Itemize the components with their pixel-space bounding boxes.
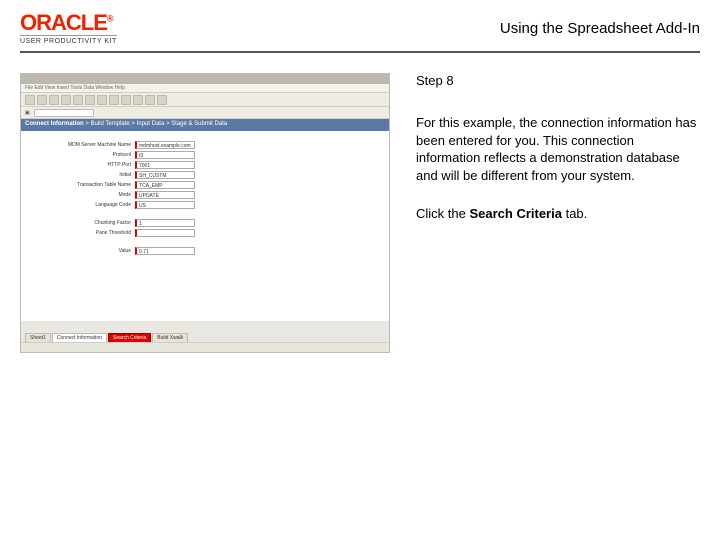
toolbar-icon — [25, 95, 35, 105]
thumb-window-titlebar — [21, 74, 389, 84]
thumb-form-row — [31, 211, 379, 217]
thumb-toolbar — [21, 93, 389, 107]
thumb-form-row: Protocol t3 — [31, 151, 379, 159]
thumb-form-row: Value 0.71 — [31, 247, 379, 255]
header: ORACLE® USER PRODUCTIVITY KIT Using the … — [0, 0, 720, 51]
tab-build[interactable]: Build Xwalk — [152, 333, 188, 342]
thumb-form-value: t3 — [135, 151, 195, 159]
toolbar-icon — [97, 95, 107, 105]
page-title: Using the Spreadsheet Add-In — [500, 20, 700, 37]
name-box — [34, 109, 94, 117]
thumb-form-row: HTTP Port 7001 — [31, 161, 379, 169]
thumb-form-label: Transaction Table Name — [31, 182, 131, 188]
thumb-form-label: Mode — [31, 192, 131, 198]
toolbar-icon — [145, 95, 155, 105]
thumb-form-value: 7001 — [135, 161, 195, 169]
toolbar-icon — [121, 95, 131, 105]
thumb-form-value: UPDATE — [135, 191, 195, 199]
thumb-form-row: Transaction Table Name TCA_EMP — [31, 181, 379, 189]
tab-connect-information[interactable]: Connect Information — [52, 333, 107, 342]
toolbar-icon — [133, 95, 143, 105]
thumb-sheet-tabs: Sheet1 Connect Information Search Criter… — [25, 333, 188, 342]
thumb-form-area: MDM Server Machine Name mdmhost.example.c… — [21, 131, 389, 321]
tab-search-criteria[interactable]: Search Criteria — [108, 333, 151, 342]
thumb-form-row: Language Code US — [31, 201, 379, 209]
toolbar-icon — [37, 95, 47, 105]
thumb-breadcrumb: Connect Information > Build Template > I… — [21, 119, 389, 131]
brand-subtitle: USER PRODUCTIVITY KIT — [20, 38, 117, 45]
brand-logo: ORACLE® USER PRODUCTIVITY KIT — [20, 12, 117, 45]
thumb-formula-bar: ▣ — [21, 107, 389, 119]
tab-sheet1[interactable]: Sheet1 — [25, 333, 51, 342]
toolbar-icon — [109, 95, 119, 105]
thumb-form-row: Chunking Factor 1 — [31, 219, 379, 227]
content-row: File Edit View Insert Tools Data Window … — [0, 73, 720, 353]
toolbar-icon — [85, 95, 95, 105]
thumb-form-value: US — [135, 201, 195, 209]
thumb-form-value: 1 — [135, 219, 195, 227]
thumb-form-row: Mode UPDATE — [31, 191, 379, 199]
thumb-form-label: Pane Threshold — [31, 230, 131, 236]
step-label: Step 8 — [416, 73, 700, 88]
thumb-status-bar — [21, 342, 389, 352]
thumb-form-label: Value — [31, 248, 131, 254]
thumb-form-value — [135, 229, 195, 237]
embedded-screenshot: File Edit View Insert Tools Data Window … — [20, 73, 390, 353]
thumb-form-label: Protocol — [31, 152, 131, 158]
thumb-form-label: MDM Server Machine Name — [31, 142, 131, 148]
thumb-form-row: MDM Server Machine Name mdmhost.example.c… — [31, 141, 379, 149]
toolbar-icon — [49, 95, 59, 105]
thumb-form-label: Language Code — [31, 202, 131, 208]
thumb-form-label: Chunking Factor — [31, 220, 131, 226]
thumb-form-value: 0.71 — [135, 247, 195, 255]
step-action: Click the Search Criteria tab. — [416, 206, 700, 221]
header-rule — [20, 51, 700, 53]
thumb-form-row: Initial SH_CUSTM — [31, 171, 379, 179]
thumb-form-row: Pane Threshold — [31, 229, 379, 237]
thumb-form-value: mdmhost.example.com — [135, 141, 195, 149]
toolbar-icon — [157, 95, 167, 105]
thumb-menubar: File Edit View Insert Tools Data Window … — [21, 84, 389, 93]
toolbar-icon — [73, 95, 83, 105]
thumb-form-value: SH_CUSTM — [135, 171, 195, 179]
thumb-form-label: Initial — [31, 172, 131, 178]
step-body: For this example, the connection informa… — [416, 114, 700, 184]
thumb-form-label: HTTP Port — [31, 162, 131, 168]
instruction-panel: Step 8 For this example, the connection … — [416, 73, 700, 353]
name-box-icon: ▣ — [25, 110, 30, 116]
thumb-form-row — [31, 239, 379, 245]
oracle-wordmark: ORACLE® — [20, 12, 117, 34]
toolbar-icon — [61, 95, 71, 105]
thumb-form-value: TCA_EMP — [135, 181, 195, 189]
